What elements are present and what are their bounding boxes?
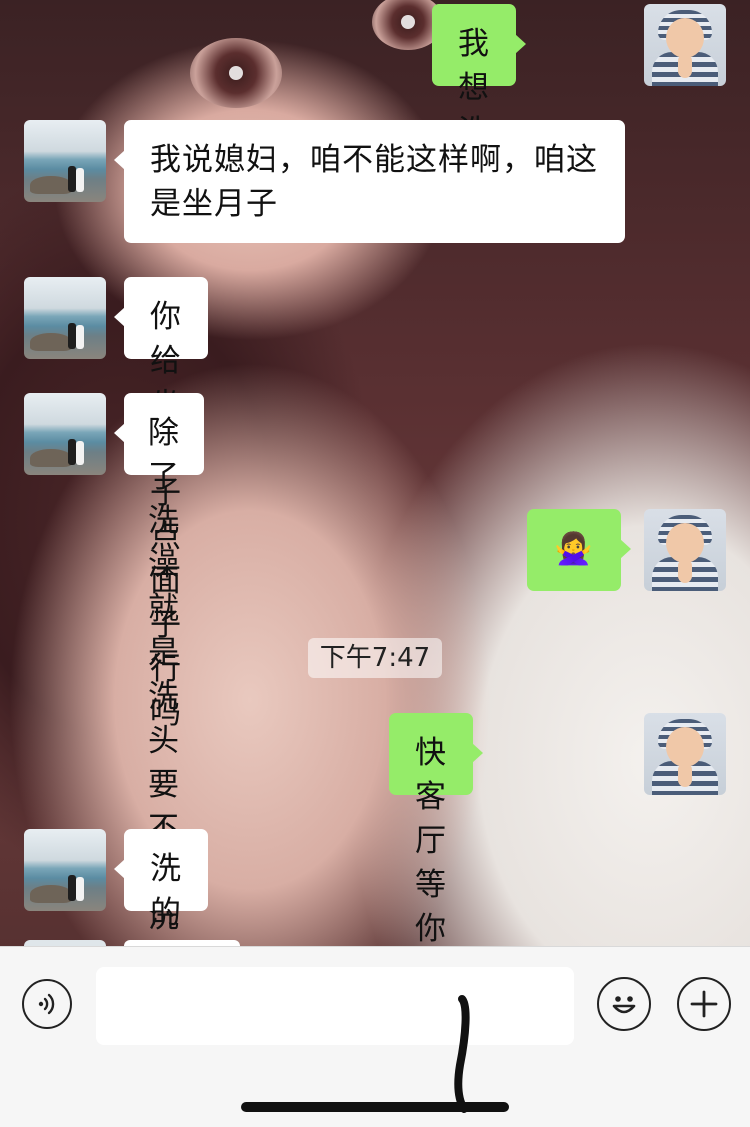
handwritten-mark bbox=[454, 995, 470, 1113]
my-avatar[interactable] bbox=[644, 4, 726, 86]
message-bubble-incoming[interactable]: 洗的太勤了 bbox=[114, 829, 208, 1063]
contact-avatar[interactable] bbox=[24, 393, 106, 475]
voice-input-button[interactable] bbox=[22, 979, 72, 1029]
chat-input-bar bbox=[0, 946, 750, 1127]
my-avatar[interactable] bbox=[644, 509, 726, 591]
voice-wave-icon bbox=[38, 993, 55, 1015]
message-bubble-outgoing-emoji[interactable]: 🙅‍♀️ bbox=[527, 509, 631, 591]
home-indicator[interactable] bbox=[241, 1102, 509, 1112]
message-bubble-incoming[interactable]: 除了洗澡就是洗头要不就洗脚 bbox=[114, 393, 204, 979]
contact-avatar[interactable] bbox=[24, 277, 106, 359]
message-timestamp: 下午7:47 bbox=[308, 638, 442, 678]
contact-avatar[interactable] bbox=[24, 829, 106, 911]
more-options-button[interactable] bbox=[677, 977, 731, 1031]
plus-icon bbox=[690, 990, 718, 1018]
message-bubble-incoming[interactable]: 我说媳妇，咱不能这样啊，咱这是坐月子 bbox=[114, 120, 625, 243]
message-input[interactable] bbox=[96, 967, 574, 1045]
message-bubble-outgoing[interactable]: 我想洗脚 bbox=[432, 4, 526, 194]
emoji-button[interactable] bbox=[597, 977, 651, 1031]
background-eye-left bbox=[190, 38, 282, 108]
my-avatar[interactable] bbox=[644, 713, 726, 795]
message-bubble-outgoing[interactable]: 快 客厅等你 bbox=[389, 713, 483, 947]
smiley-icon bbox=[612, 996, 636, 1014]
contact-avatar[interactable] bbox=[24, 120, 106, 202]
message-bubble-incoming[interactable]: 你给坐月子点面子行吗 bbox=[114, 277, 208, 731]
